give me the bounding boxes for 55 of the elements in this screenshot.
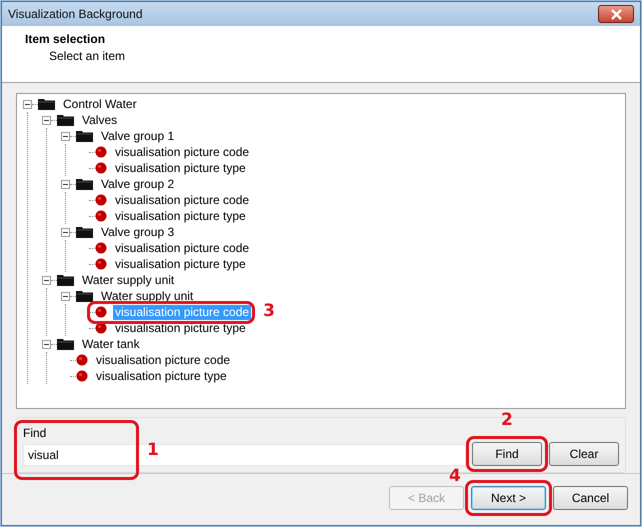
tree-item[interactable]: Control Water xyxy=(61,96,139,112)
tree-item[interactable]: visualisation picture code xyxy=(113,144,252,160)
folder-icon xyxy=(76,226,93,238)
tree-item[interactable]: visualisation picture code xyxy=(94,352,232,368)
find-label: Find xyxy=(23,426,48,440)
collapse-toggle[interactable] xyxy=(61,292,70,301)
dot-icon xyxy=(95,162,107,174)
collapse-toggle[interactable] xyxy=(61,180,70,189)
dot-icon xyxy=(76,354,88,366)
folder-icon xyxy=(76,130,93,142)
find-button[interactable]: Find xyxy=(472,442,542,466)
dot-icon xyxy=(95,146,107,158)
window-title: Visualization Background xyxy=(8,7,143,22)
tree-item[interactable]: Valve group 1 xyxy=(99,128,176,144)
dot-icon xyxy=(95,322,107,334)
close-button[interactable] xyxy=(598,5,634,24)
collapse-toggle[interactable] xyxy=(61,132,70,141)
page-title: Item selection xyxy=(25,32,106,46)
collapse-toggle[interactable] xyxy=(42,340,51,349)
folder-icon xyxy=(57,114,74,126)
close-icon xyxy=(610,8,622,20)
dot-icon xyxy=(95,258,107,270)
tree-item[interactable]: Water supply unit xyxy=(80,272,176,288)
tree-item[interactable]: Valve group 2 xyxy=(99,176,176,192)
dot-icon xyxy=(95,194,107,206)
collapse-toggle[interactable] xyxy=(23,100,32,109)
tree-item[interactable]: Valve group 3 xyxy=(99,224,176,240)
next-button[interactable]: Next > xyxy=(471,486,546,510)
tree-item[interactable]: visualisation picture type xyxy=(113,256,248,272)
tree-item[interactable]: visualisation picture code xyxy=(113,240,252,256)
collapse-toggle[interactable] xyxy=(42,116,51,125)
collapse-toggle[interactable] xyxy=(42,276,51,285)
folder-icon xyxy=(57,338,74,350)
cancel-button[interactable]: Cancel xyxy=(553,486,628,510)
callout-number: 2 xyxy=(501,410,513,430)
tree-item[interactable]: visualisation picture type xyxy=(113,320,248,336)
tree-item[interactable]: Water tank xyxy=(80,336,142,352)
folder-icon xyxy=(76,178,93,190)
tree-item[interactable]: visualisation picture type xyxy=(113,208,248,224)
folder-icon xyxy=(38,98,55,110)
tree-item[interactable]: visualisation picture code xyxy=(113,192,252,208)
dot-icon xyxy=(76,370,88,382)
page-subtitle: Select an item xyxy=(49,49,126,64)
tree-item[interactable]: Valves xyxy=(80,112,120,128)
callout-number: 4 xyxy=(449,466,461,486)
folder-icon xyxy=(57,274,74,286)
dot-icon xyxy=(95,306,107,318)
tree-item[interactable]: visualisation picture type xyxy=(94,368,229,384)
dot-icon xyxy=(95,210,107,222)
folder-icon xyxy=(76,290,93,302)
callout-number: 3 xyxy=(263,301,275,322)
dot-icon xyxy=(95,242,107,254)
clear-button[interactable]: Clear xyxy=(549,442,619,466)
collapse-toggle[interactable] xyxy=(61,228,70,237)
tree-item[interactable]: visualisation picture type xyxy=(113,160,248,176)
